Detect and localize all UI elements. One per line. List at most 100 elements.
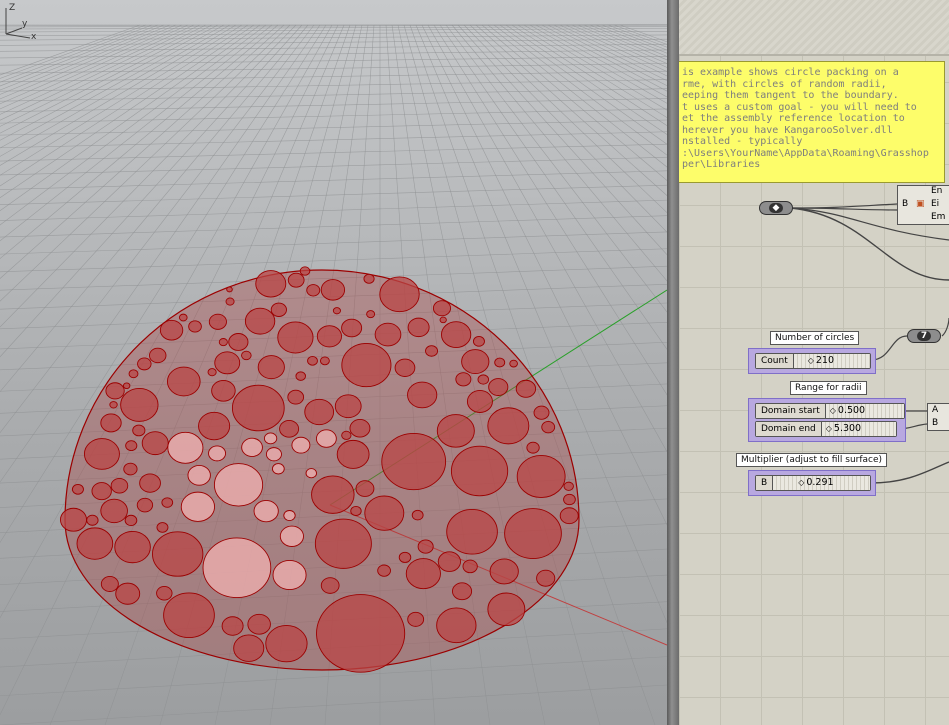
domain-start-track[interactable]: 0.500 xyxy=(825,404,904,418)
domain-end-track[interactable]: 5.300 xyxy=(821,422,896,436)
packed-circle xyxy=(341,318,363,338)
packed-circle xyxy=(509,359,518,368)
packed-circle xyxy=(76,527,114,560)
packed-circle xyxy=(86,514,99,526)
packed-circle xyxy=(109,401,118,409)
panel-7[interactable]: 7 xyxy=(907,329,941,343)
packed-circle xyxy=(120,387,159,422)
packed-circle xyxy=(253,499,279,523)
packed-circle xyxy=(407,611,425,627)
scribble-note[interactable]: is example shows circle packing on a rme… xyxy=(679,61,945,183)
packed-circle xyxy=(533,405,550,420)
brep-param[interactable]: ◆ xyxy=(759,201,793,215)
multiplier-slider-value: 0.291 xyxy=(798,477,833,489)
packed-circle xyxy=(226,286,233,293)
packed-circle xyxy=(305,468,317,479)
packed-circle xyxy=(472,336,485,347)
packed-circle xyxy=(141,431,169,456)
packed-circle xyxy=(436,607,477,644)
count-slider[interactable]: Count 210 xyxy=(755,353,871,369)
packed-circle xyxy=(306,284,321,297)
packed-circle xyxy=(149,347,167,364)
domain-start-value: 0.500 xyxy=(830,405,865,417)
domain-end-name: Domain end xyxy=(756,422,822,436)
packed-circle xyxy=(166,366,201,397)
packed-circle xyxy=(202,537,272,599)
packed-circle xyxy=(349,419,371,438)
packed-circle xyxy=(398,551,412,563)
packed-circle xyxy=(124,514,138,527)
packed-circle xyxy=(355,480,375,497)
brep-param-icon: ◆ xyxy=(769,203,783,213)
packed-circle xyxy=(563,493,576,506)
packed-circle xyxy=(363,273,375,284)
grasshopper-canvas[interactable]: is example shows circle packing on a rme… xyxy=(679,0,949,725)
packed-circle xyxy=(279,419,300,438)
multiplier-slider-track[interactable]: 0.291 xyxy=(773,476,870,490)
packed-circle xyxy=(417,539,434,554)
packed-circle xyxy=(466,389,493,413)
packed-circle xyxy=(241,350,252,361)
packed-circle xyxy=(100,576,119,592)
grid-line xyxy=(0,199,667,221)
packed-circle xyxy=(187,464,211,486)
packed-circle xyxy=(563,481,574,491)
domain-end-value: 5.300 xyxy=(826,423,861,435)
pane-splitter[interactable] xyxy=(667,0,679,725)
packed-circle xyxy=(488,378,509,396)
packed-circle xyxy=(411,509,424,521)
packed-circle xyxy=(320,577,340,594)
panel-7-value: 7 xyxy=(917,331,931,341)
grid-line xyxy=(613,24,667,45)
viewport-scene xyxy=(0,24,667,725)
packed-circle xyxy=(451,582,473,601)
packed-circle xyxy=(379,276,420,313)
packed-circle xyxy=(377,564,391,577)
packed-circle xyxy=(156,586,173,601)
packed-circle xyxy=(489,558,519,585)
packed-circle xyxy=(244,307,276,335)
multiplier-slider[interactable]: B 0.291 xyxy=(755,475,871,491)
packed-circle xyxy=(407,317,430,338)
packed-circle xyxy=(494,357,506,368)
packed-circle xyxy=(161,497,174,508)
grid-line xyxy=(0,170,667,190)
packed-circle xyxy=(341,343,392,388)
domain-start-name: Domain start xyxy=(756,404,826,418)
packed-circle xyxy=(559,507,579,525)
packed-circle xyxy=(425,345,438,357)
packed-circle xyxy=(316,594,406,673)
brep-edges-component[interactable]: B ▣ En Ei Em xyxy=(897,185,949,225)
packed-circle xyxy=(213,463,264,507)
packed-circle xyxy=(115,582,141,605)
packed-circle xyxy=(336,439,370,469)
packed-circle xyxy=(208,313,227,330)
multiplier-slider-name: B xyxy=(756,476,774,490)
domain-start-slider[interactable]: Domain start 0.500 xyxy=(755,403,905,419)
packed-circle xyxy=(137,357,152,371)
packed-circle xyxy=(123,462,138,476)
packed-circle xyxy=(316,325,342,348)
packed-circle xyxy=(132,424,146,437)
packed-circle xyxy=(241,437,263,457)
packed-circle xyxy=(432,300,452,317)
packed-circle xyxy=(295,371,306,381)
packed-circle xyxy=(188,320,202,333)
packed-circle xyxy=(277,321,314,354)
multiplier-label: Multiplier (adjust to fill surface) xyxy=(736,453,888,467)
construct-domain-component[interactable]: A B xyxy=(927,403,949,431)
packed-circle xyxy=(128,369,139,379)
count-slider-track[interactable]: 210 xyxy=(793,354,870,368)
packed-circle xyxy=(455,372,472,387)
grid-line xyxy=(607,24,667,48)
packed-circle xyxy=(105,382,125,400)
packed-circle xyxy=(136,497,154,513)
brep-output-em: Em xyxy=(931,212,946,222)
packed-circle xyxy=(198,411,231,441)
packed-circle xyxy=(477,374,490,385)
packed-circle xyxy=(364,495,405,531)
grid-line xyxy=(523,24,667,111)
packed-circle xyxy=(225,297,235,306)
rhino-viewport[interactable]: Z y x xyxy=(0,0,667,725)
domain-end-slider[interactable]: Domain end 5.300 xyxy=(755,421,897,437)
